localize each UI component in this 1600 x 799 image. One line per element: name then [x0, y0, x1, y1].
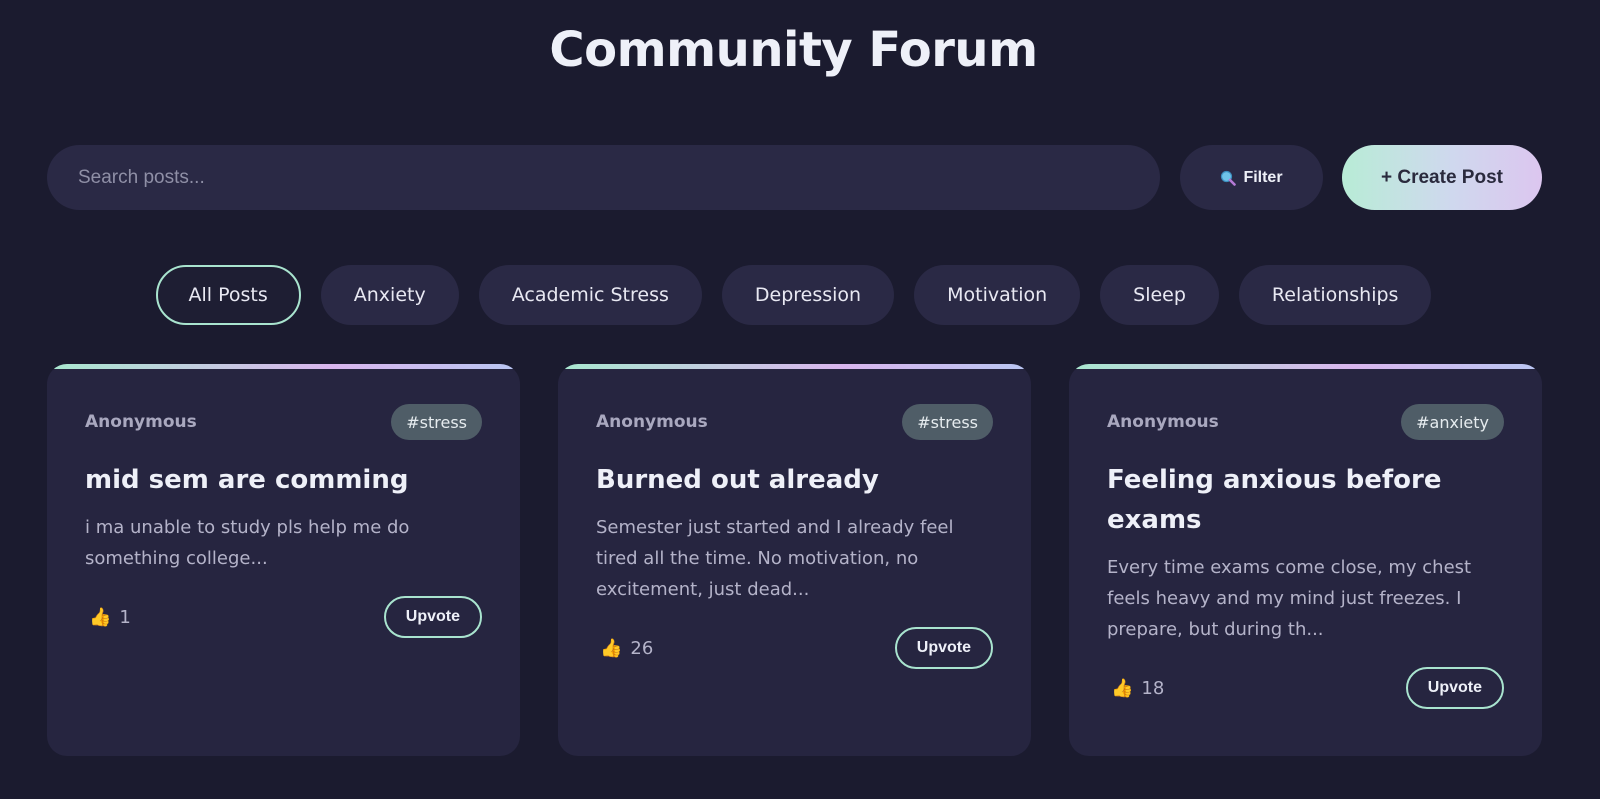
- thumbs-up-icon: 👍: [600, 637, 623, 659]
- category-anxiety[interactable]: Anxiety: [320, 265, 459, 325]
- post-author: Anonymous: [596, 412, 708, 432]
- upvote-button[interactable]: Upvote: [383, 596, 482, 638]
- post-likes: 👍 1: [85, 607, 131, 628]
- magnifier-icon: [1220, 170, 1237, 186]
- filter-label: Filter: [1243, 168, 1283, 186]
- post-title[interactable]: Burned out already: [596, 460, 993, 500]
- post-card[interactable]: Anonymous #stress Burned out already Sem…: [558, 364, 1031, 756]
- category-all-posts[interactable]: All Posts: [155, 265, 301, 325]
- filter-button[interactable]: Filter: [1180, 145, 1323, 210]
- post-excerpt: Every time exams come close, my chest fe…: [1107, 557, 1472, 640]
- post-card[interactable]: Anonymous #stress mid sem are comming i …: [47, 364, 520, 756]
- like-count: 18: [1141, 677, 1165, 699]
- category-motivation[interactable]: Motivation: [914, 265, 1081, 325]
- upvote-button[interactable]: Upvote: [894, 627, 993, 669]
- post-excerpt: Semester just started and I already feel…: [596, 517, 954, 600]
- post-tag[interactable]: #stress: [902, 404, 993, 440]
- create-post-button[interactable]: + Create Post: [1342, 145, 1542, 210]
- thumbs-up-icon: 👍: [89, 606, 112, 628]
- category-sleep[interactable]: Sleep: [1100, 265, 1219, 325]
- category-filters: All Posts Anxiety Academic Stress Depres…: [0, 265, 1587, 325]
- thumbs-up-icon: 👍: [1111, 677, 1134, 699]
- category-academic-stress[interactable]: Academic Stress: [478, 265, 702, 325]
- page-title: Community Forum: [549, 22, 1038, 78]
- post-excerpt: i ma unable to study pls help me do some…: [85, 517, 410, 569]
- post-likes: 👍 26: [596, 638, 653, 659]
- search-input[interactable]: [78, 166, 1160, 189]
- post-list: Anonymous #stress mid sem are comming i …: [47, 364, 1542, 756]
- post-title[interactable]: mid sem are comming: [85, 460, 482, 500]
- post-author: Anonymous: [1107, 412, 1219, 432]
- category-depression[interactable]: Depression: [721, 265, 895, 325]
- post-author: Anonymous: [85, 412, 197, 432]
- category-relationships[interactable]: Relationships: [1238, 265, 1432, 325]
- post-card[interactable]: Anonymous #anxiety Feeling anxious befor…: [1069, 364, 1542, 756]
- like-count: 26: [630, 637, 654, 659]
- post-tag[interactable]: #anxiety: [1401, 404, 1504, 440]
- upvote-button[interactable]: Upvote: [1405, 667, 1504, 709]
- like-count: 1: [119, 606, 131, 628]
- search-bar[interactable]: [47, 145, 1160, 210]
- post-likes: 👍 18: [1107, 678, 1164, 699]
- forum-page: Community Forum Filter + Create Post All…: [0, 0, 1600, 799]
- post-title[interactable]: Feeling anxious before exams: [1107, 460, 1504, 540]
- post-tag[interactable]: #stress: [391, 404, 482, 440]
